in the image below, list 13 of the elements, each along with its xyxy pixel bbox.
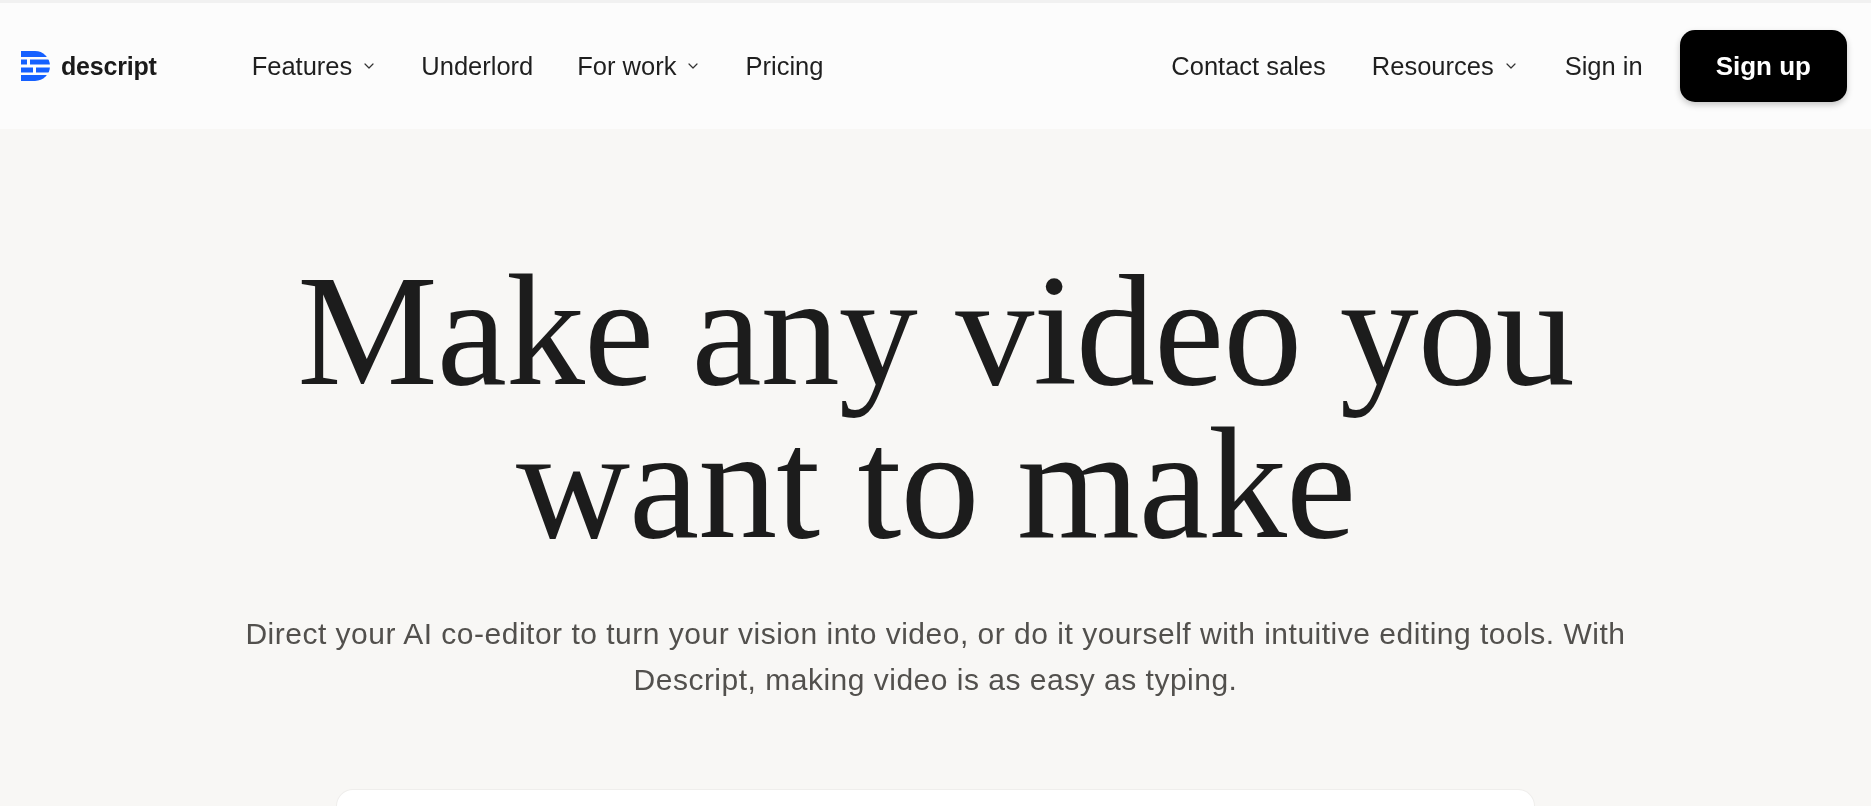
nav-link[interactable]: For work <box>577 51 702 81</box>
sign-up-button[interactable]: Sign up <box>1679 30 1847 102</box>
hero-subtitle: Direct your AI co-editor to turn your vision into video, or do it yourself with intuitive editing tools. With Descript, making video is as easy as typing. <box>244 616 1627 698</box>
nav-link[interactable]: Pricing <box>745 51 824 81</box>
hero-headline: Make any video you want to make <box>296 254 1575 560</box>
logo-link[interactable]: descript <box>21 51 157 81</box>
nav-link[interactable]: Features <box>251 51 378 81</box>
nav-link[interactable]: Resources <box>1371 51 1519 81</box>
nav-link[interactable]: Underlord <box>421 51 534 81</box>
logo-wordmark: descript <box>61 51 157 81</box>
nav-link[interactable]: Sign in <box>1564 51 1643 81</box>
logo-icon <box>21 51 50 81</box>
nav-link[interactable]: Contact sales <box>1171 51 1326 81</box>
